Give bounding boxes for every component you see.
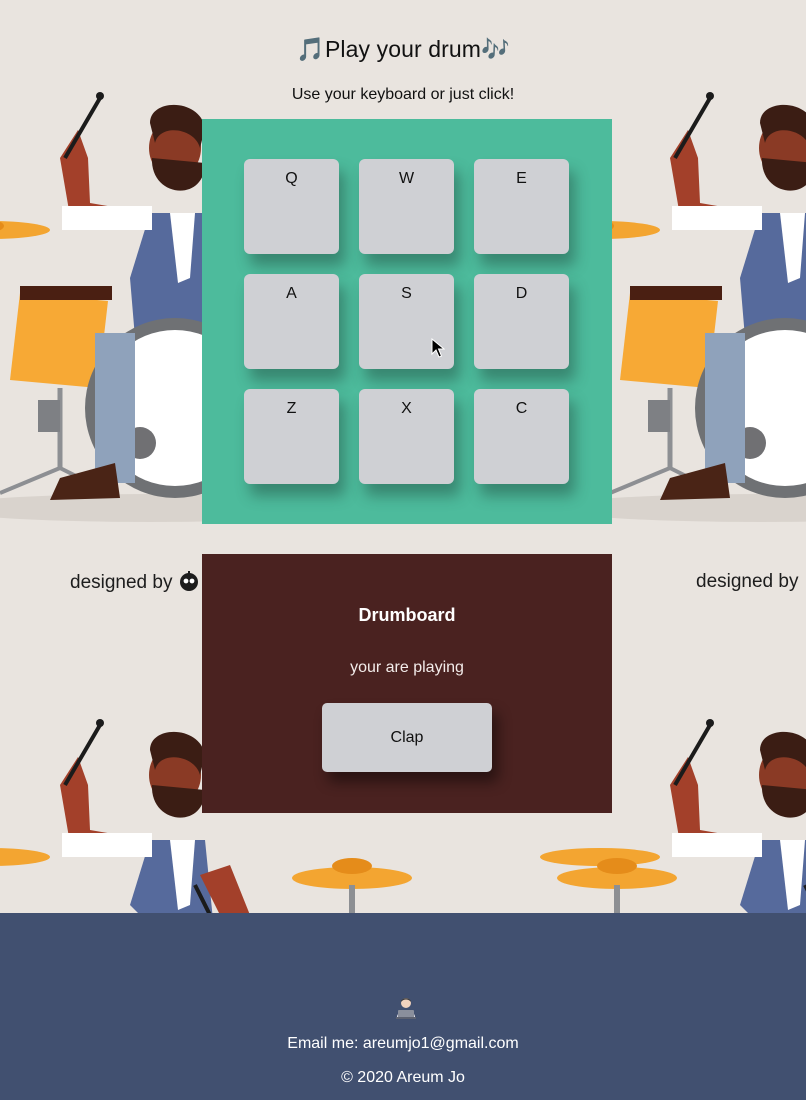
designer-credit-text: designed by [696, 571, 799, 592]
footer-email: Email me: areumjo1@gmail.com [287, 1035, 519, 1052]
current-sound-display: Clap [322, 703, 492, 772]
drum-pad-c[interactable]: C [474, 389, 569, 484]
designer-credit-left: designed by [70, 570, 200, 595]
drum-pad-x[interactable]: X [359, 389, 454, 484]
drum-pad-a[interactable]: A [244, 274, 339, 369]
drum-pad-q[interactable]: Q [244, 159, 339, 254]
display-caption: your are playing [350, 659, 464, 676]
drum-pad-board: Q W E A S D Z X C [202, 119, 612, 524]
footer-copyright: © 2020 Areum Jo [341, 1069, 465, 1086]
technologist-emoji-icon [396, 998, 416, 1019]
drum-pad-e[interactable]: E [474, 159, 569, 254]
page-subtitle: Use your keyboard or just click! [291, 86, 515, 103]
page-footer: Email me: areumjo1@gmail.com © 2020 Areu… [0, 913, 806, 1100]
drum-pad-w[interactable]: W [359, 159, 454, 254]
drum-display-panel: Drumboard your are playing Clap [202, 554, 612, 813]
display-title: Drumboard [358, 605, 456, 625]
robot-logo-icon [179, 571, 198, 591]
mouse-cursor-icon [431, 338, 445, 358]
designer-credit-text: designed by [70, 572, 173, 593]
drum-pad-d[interactable]: D [474, 274, 569, 369]
drum-pad-z[interactable]: Z [244, 389, 339, 484]
page-title: 🎵Play your drum🎶 [296, 36, 510, 62]
designer-credit-right: designed by [696, 570, 798, 594]
